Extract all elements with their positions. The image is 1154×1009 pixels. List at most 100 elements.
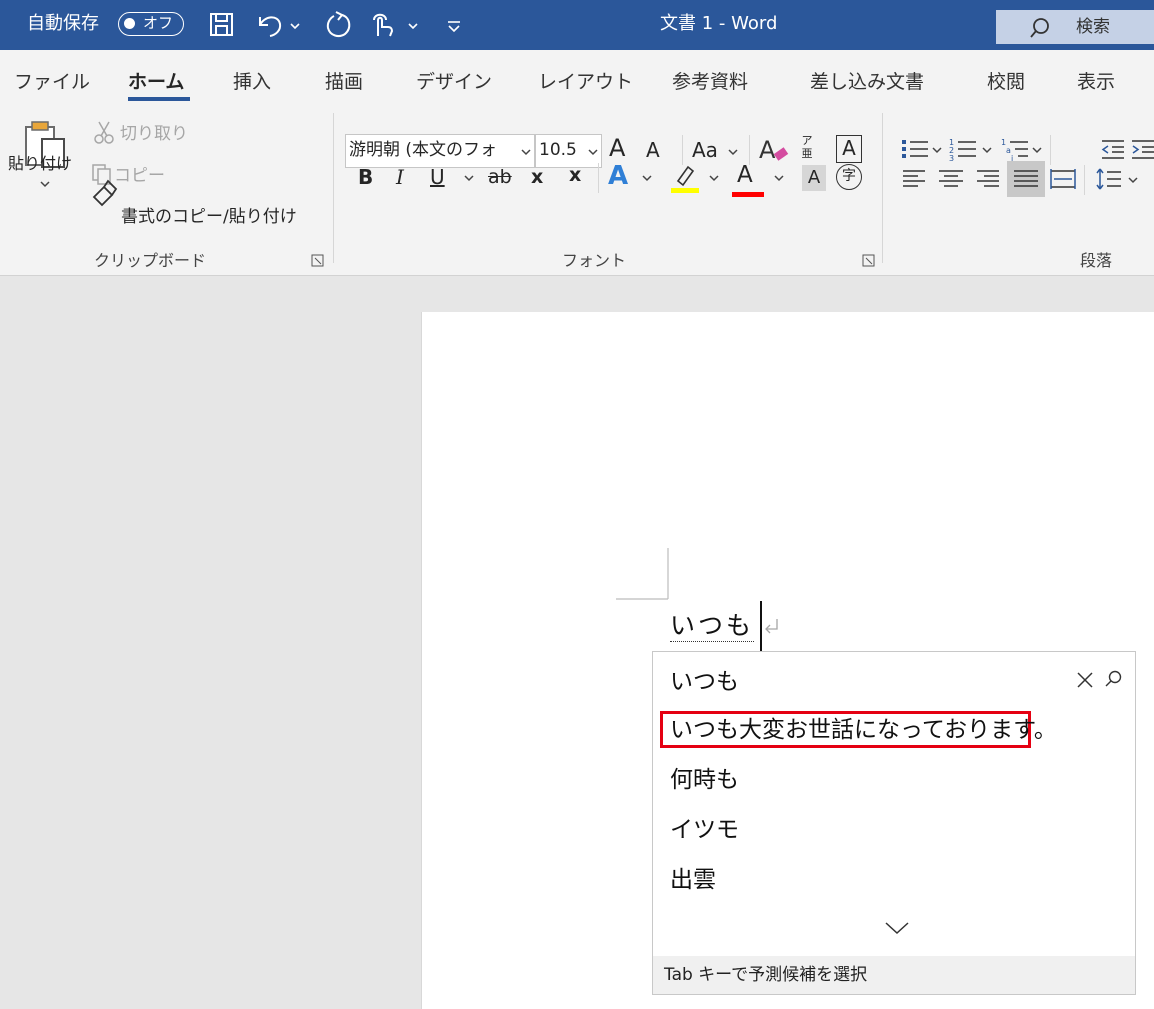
format-painter-icon: [92, 179, 118, 207]
multilevel-list-icon[interactable]: 1 a i: [1000, 135, 1032, 163]
multilevel-dropdown-icon[interactable]: [1030, 143, 1044, 157]
tab-mailings[interactable]: 差し込み文書: [810, 69, 924, 95]
shrink-font-button[interactable]: A: [646, 135, 660, 165]
customize-toolbar-icon[interactable]: [444, 8, 464, 40]
decrease-indent-icon[interactable]: [1098, 135, 1128, 163]
touch-mode-icon[interactable]: [366, 8, 398, 40]
candidate-item[interactable]: 何時も: [670, 765, 739, 795]
clear-formatting-icon[interactable]: A: [757, 134, 791, 166]
svg-text:3: 3: [949, 154, 954, 163]
font-group-label: フォント: [562, 251, 627, 270]
strikethrough-button[interactable]: ab: [488, 163, 512, 191]
candidate-item[interactable]: いつも大変お世話になっております。: [670, 715, 1057, 745]
cut-button[interactable]: 切り取り: [120, 123, 188, 145]
autosave-label: 自動保存: [27, 13, 99, 34]
justify-icon: [1014, 170, 1038, 187]
grow-font-button[interactable]: A: [609, 133, 625, 163]
highlighter-dropdown-icon[interactable]: [707, 171, 721, 185]
paste-button[interactable]: 貼り付け: [8, 153, 72, 175]
font-name-value: 游明朝 (本文のフォ: [349, 140, 498, 160]
paragraph-group-label: 段落: [1080, 251, 1113, 270]
enclose-characters-button[interactable]: 字: [836, 164, 862, 190]
clipboard-group-label: クリップボード: [94, 251, 207, 270]
search-box[interactable]: 検索: [996, 10, 1154, 44]
separator: [1050, 135, 1051, 165]
superscript-button[interactable]: x: [569, 161, 581, 189]
candidate-item[interactable]: イツモ: [670, 815, 739, 845]
save-icon[interactable]: [206, 8, 238, 40]
tab-draw[interactable]: 描画: [325, 69, 363, 95]
bold-button[interactable]: B: [358, 163, 373, 191]
format-painter-button[interactable]: 書式のコピー/貼り付け: [121, 206, 297, 228]
chevron-down-icon[interactable]: [883, 918, 911, 938]
autosave-state: オフ: [143, 14, 174, 32]
separator: [1084, 165, 1085, 195]
tab-home[interactable]: ホーム: [128, 69, 184, 95]
query-text: いつも: [670, 669, 739, 695]
undo-icon[interactable]: [252, 8, 288, 40]
active-tab-indicator: [128, 97, 190, 101]
tab-insert[interactable]: 挿入: [233, 69, 271, 95]
change-case-dropdown-icon[interactable]: [726, 145, 740, 159]
numbering-dropdown-icon[interactable]: [980, 143, 994, 157]
title-bar: 自動保存 オフ 文書 1 - Word 検索: [0, 0, 1154, 50]
tab-view[interactable]: 表示: [1077, 69, 1115, 95]
search-icon: [1030, 18, 1049, 38]
tab-design[interactable]: デザイン: [416, 69, 492, 95]
undo-dropdown-icon[interactable]: [288, 8, 302, 40]
justify-button[interactable]: [1007, 161, 1045, 197]
group-separator: [882, 113, 883, 263]
font-color-button[interactable]: A: [737, 160, 753, 190]
autosave-toggle[interactable]: オフ: [118, 12, 184, 36]
bullets-dropdown-icon[interactable]: [930, 143, 944, 157]
prediction-popup: いつも いつも大変お世話になっております。 何時も イツモ 出雲 Tab キーで…: [652, 651, 1136, 995]
document-text: いつも: [670, 611, 755, 642]
highlighter-icon[interactable]: [668, 161, 702, 195]
close-icon[interactable]: [1074, 669, 1096, 691]
underline-button[interactable]: U: [430, 163, 445, 191]
redo-icon[interactable]: [322, 8, 354, 40]
clipboard-launcher-icon[interactable]: [311, 254, 325, 268]
font-name-dropdown-icon[interactable]: [519, 145, 533, 159]
font-launcher-icon[interactable]: [862, 254, 876, 268]
touch-dropdown-icon[interactable]: [406, 8, 420, 40]
text-effects-button[interactable]: A: [608, 161, 628, 191]
numbering-icon[interactable]: 1 2 3: [948, 135, 980, 163]
align-center-icon[interactable]: [936, 165, 966, 193]
tab-review[interactable]: 校閲: [987, 69, 1025, 95]
search-icon[interactable]: [1102, 668, 1124, 690]
character-shading-button[interactable]: A: [802, 165, 826, 191]
tab-layout[interactable]: レイアウト: [538, 69, 633, 95]
bullets-icon[interactable]: [900, 135, 932, 163]
increase-indent-icon[interactable]: [1128, 135, 1154, 163]
text-effects-dropdown-icon[interactable]: [640, 171, 654, 185]
line-spacing-dropdown-icon[interactable]: [1126, 173, 1140, 187]
underline-dropdown-icon[interactable]: [462, 171, 476, 185]
align-left-icon[interactable]: [900, 165, 930, 193]
tab-references[interactable]: 参考資料: [672, 69, 748, 95]
ribbon: 貼り付け 切り取り コピー 書式のコピー/貼り付け クリップボード 游明朝 (本…: [0, 105, 1154, 276]
margin-corner-mark: [616, 548, 669, 600]
font-size-value: 10.5: [539, 140, 577, 160]
subscript-button[interactable]: x: [531, 163, 543, 191]
separator: [598, 163, 599, 193]
font-size-dropdown-icon[interactable]: [586, 145, 600, 159]
font-color-dropdown-icon[interactable]: [772, 171, 786, 185]
tab-file[interactable]: ファイル: [14, 69, 90, 95]
paste-dropdown-icon[interactable]: [38, 177, 52, 191]
change-case-button[interactable]: Aa: [692, 137, 718, 163]
character-border-button[interactable]: A: [836, 135, 862, 163]
popup-footer: Tab キーで予測候補を選択: [653, 956, 1135, 994]
phonetic-guide-button[interactable]: ア亜: [800, 134, 814, 160]
font-color-swatch: [732, 192, 764, 197]
distributed-icon[interactable]: [1048, 165, 1078, 193]
copy-button[interactable]: コピー: [114, 165, 165, 187]
paragraph-mark-icon: [765, 619, 778, 634]
italic-button[interactable]: I: [396, 163, 404, 191]
toggle-knob: [124, 18, 135, 29]
candidate-item[interactable]: 出雲: [670, 865, 716, 895]
search-label: 検索: [1076, 17, 1110, 37]
line-spacing-icon[interactable]: [1094, 165, 1124, 193]
align-right-icon[interactable]: [972, 165, 1002, 193]
svg-text:A: A: [759, 136, 776, 164]
